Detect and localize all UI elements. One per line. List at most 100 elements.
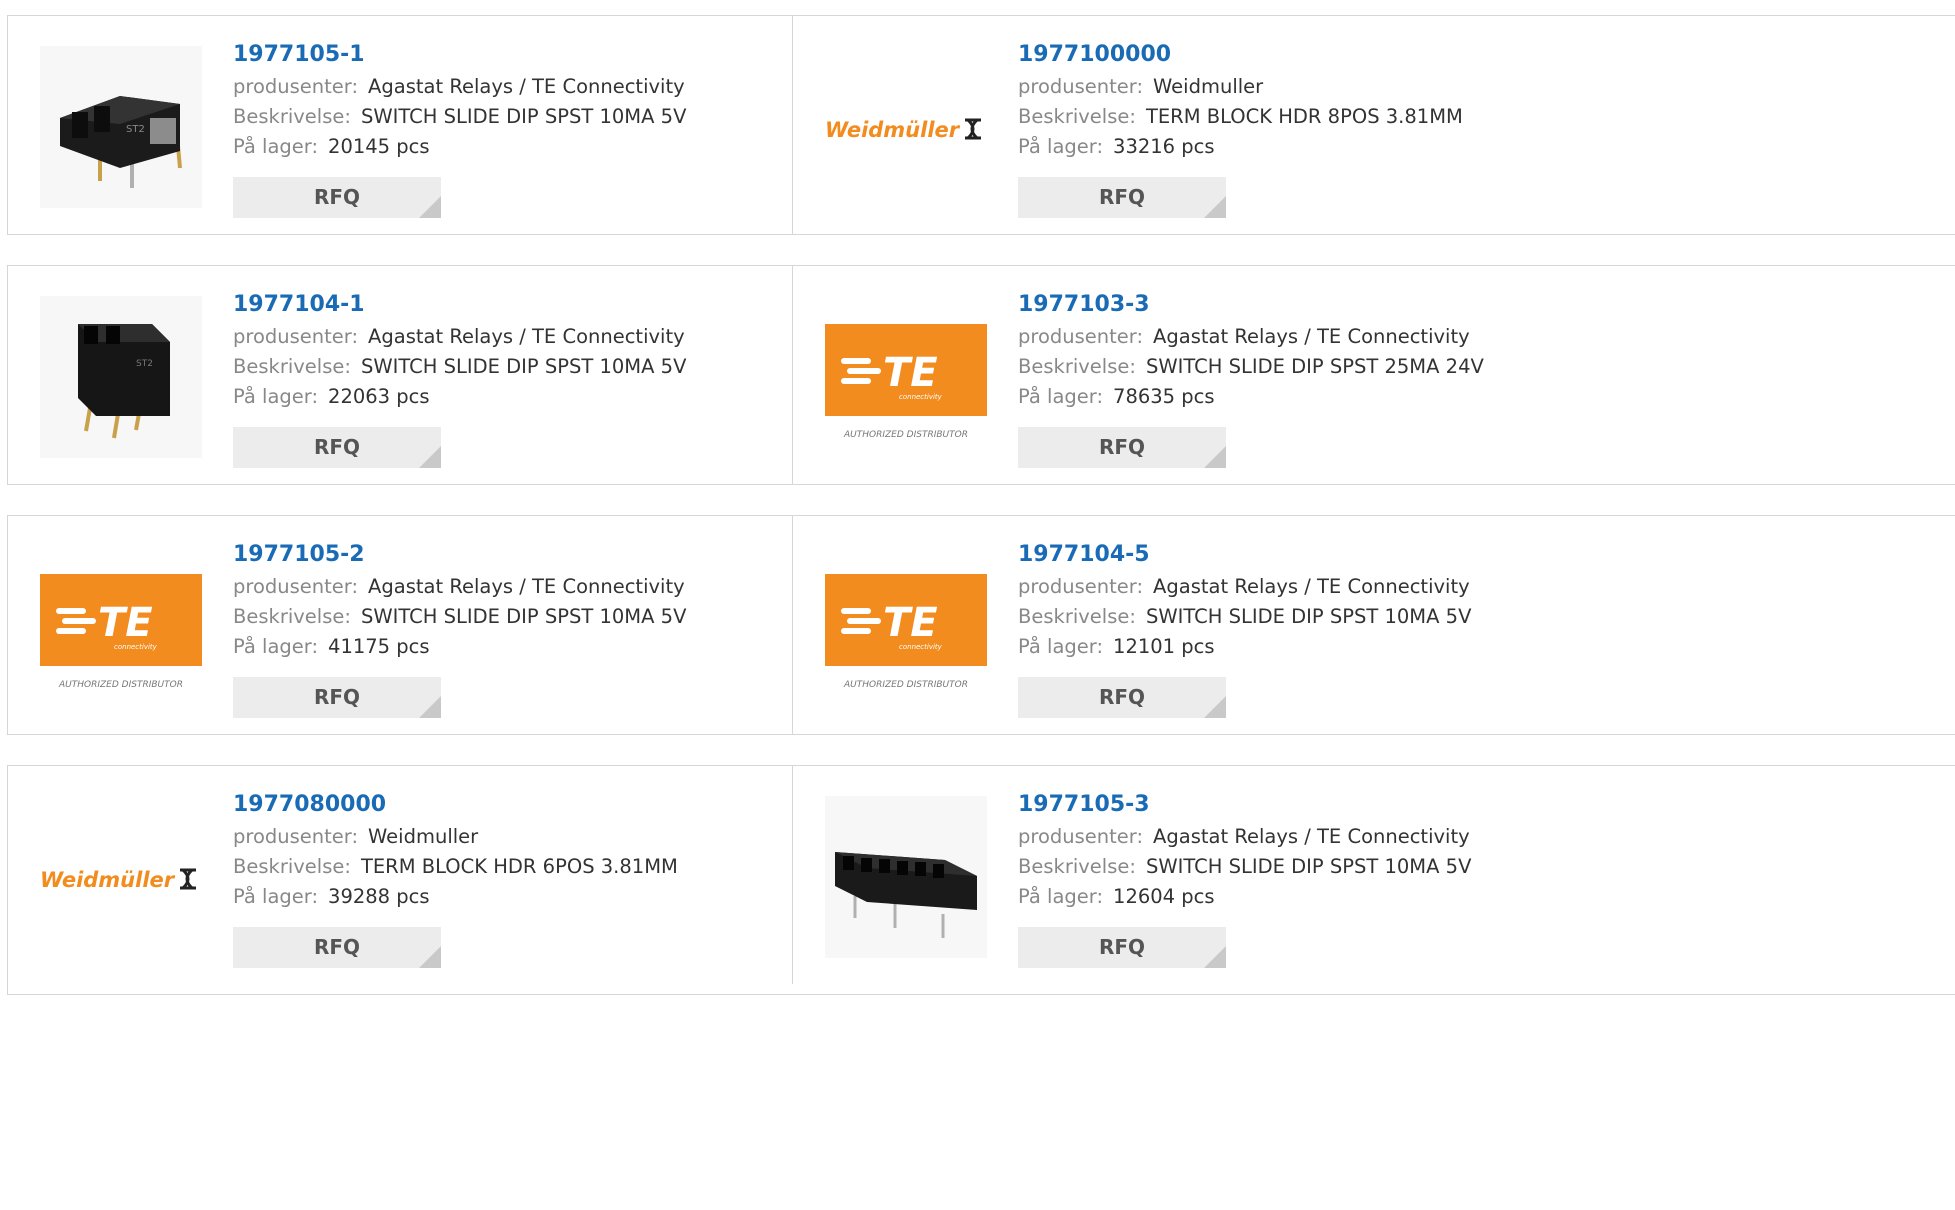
stock-value: 12101 pcs xyxy=(1113,635,1215,658)
part-number-link[interactable]: 1977105-2 xyxy=(233,538,686,572)
corner-triangle-icon xyxy=(419,196,441,218)
manufacturer-line: produsenter: Weidmuller xyxy=(1018,72,1463,102)
product-row: ST2 1977105-1 produsenter: Agastat Relays… xyxy=(7,15,1955,235)
weidmuller-logo[interactable]: Weidmüller xyxy=(825,46,987,208)
manufacturer-label: produsenter: xyxy=(1018,575,1144,598)
product-image-dip-switch[interactable]: ST2 xyxy=(40,296,202,458)
part-number-link[interactable]: 1977105-3 xyxy=(1018,788,1471,822)
corner-triangle-icon xyxy=(1204,446,1226,468)
stock-line: På lager: 12101 pcs xyxy=(1018,632,1471,662)
product-card: TE connectivity AUTHORIZED DISTRIBUTOR 1… xyxy=(8,516,792,734)
rfq-button[interactable]: RFQ xyxy=(1018,927,1226,968)
te-connectivity-logo[interactable]: TE connectivity AUTHORIZED DISTRIBUTOR xyxy=(825,546,987,708)
rfq-button[interactable]: RFQ xyxy=(1018,177,1226,218)
part-number-link[interactable]: 1977105-1 xyxy=(233,38,686,72)
rfq-label: RFQ xyxy=(313,935,361,959)
te-logo-caption: AUTHORIZED DISTRIBUTOR xyxy=(843,430,968,440)
description-value: SWITCH SLIDE DIP SPST 10MA 5V xyxy=(1145,605,1472,628)
manufacturer-value: Agastat Relays / TE Connectivity xyxy=(368,75,685,98)
rfq-button[interactable]: RFQ xyxy=(233,677,441,718)
manufacturer-label: produsenter: xyxy=(233,325,359,348)
description-value: SWITCH SLIDE DIP SPST 10MA 5V xyxy=(360,355,687,378)
te-logo-caption: AUTHORIZED DISTRIBUTOR xyxy=(58,680,183,690)
rfq-button[interactable]: RFQ xyxy=(233,927,441,968)
stock-value: 78635 pcs xyxy=(1113,385,1215,408)
description-label: Beskrivelse: xyxy=(233,605,351,628)
te-connectivity-logo[interactable]: TE connectivity AUTHORIZED DISTRIBUTOR xyxy=(825,296,987,458)
stock-line: På lager: 78635 pcs xyxy=(1018,382,1484,412)
description-value: TERM BLOCK HDR 6POS 3.81MM xyxy=(360,855,678,878)
product-info: 1977104-1 produsenter: Agastat Relays / T… xyxy=(233,288,686,412)
manufacturer-label: produsenter: xyxy=(233,575,359,598)
product-info: 1977104-5 produsenter: Agastat Relays / T… xyxy=(1018,538,1471,662)
part-number-link[interactable]: 1977104-5 xyxy=(1018,538,1471,572)
te-logo-caption: AUTHORIZED DISTRIBUTOR xyxy=(843,680,968,690)
part-number-link[interactable]: 1977080000 xyxy=(233,788,678,822)
stock-line: På lager: 20145 pcs xyxy=(233,132,686,162)
te-connectivity-logo[interactable]: TE connectivity AUTHORIZED DISTRIBUTOR xyxy=(40,546,202,708)
product-info: 1977105-1 produsenter: Agastat Relays / T… xyxy=(233,38,686,162)
stock-value: 39288 pcs xyxy=(328,885,430,908)
description-line: Beskrivelse: TERM BLOCK HDR 6POS 3.81MM xyxy=(233,852,678,882)
weidmuller-logo-text: Weidmüller xyxy=(825,118,961,142)
description-value: SWITCH SLIDE DIP SPST 10MA 5V xyxy=(1145,855,1472,878)
manufacturer-line: produsenter: Agastat Relays / TE Connecti… xyxy=(233,322,686,352)
product-info: 1977103-3 produsenter: Agastat Relays / T… xyxy=(1018,288,1484,412)
description-label: Beskrivelse: xyxy=(1018,355,1136,378)
part-number-link[interactable]: 1977100000 xyxy=(1018,38,1463,72)
product-info: 1977105-2 produsenter: Agastat Relays / T… xyxy=(233,538,686,662)
product-info: 1977105-3 produsenter: Agastat Relays / T… xyxy=(1018,788,1471,912)
stock-value: 12604 pcs xyxy=(1113,885,1215,908)
product-card: Weidmüller 1977100000 produsenter: Weidmu… xyxy=(792,16,1955,234)
description-label: Beskrivelse: xyxy=(1018,605,1136,628)
description-value: TERM BLOCK HDR 8POS 3.81MM xyxy=(1145,105,1463,128)
part-number-link[interactable]: 1977104-1 xyxy=(233,288,686,322)
stock-value: 33216 pcs xyxy=(1113,135,1215,158)
manufacturer-line: produsenter: Agastat Relays / TE Connecti… xyxy=(1018,572,1471,602)
description-value: SWITCH SLIDE DIP SPST 10MA 5V xyxy=(360,105,687,128)
stock-label: På lager: xyxy=(1018,885,1104,908)
description-line: Beskrivelse: SWITCH SLIDE DIP SPST 25MA 2… xyxy=(1018,352,1484,382)
svg-text:ST2: ST2 xyxy=(136,359,153,369)
rfq-button[interactable]: RFQ xyxy=(1018,427,1226,468)
product-card: TE connectivity AUTHORIZED DISTRIBUTOR 1… xyxy=(792,516,1955,734)
product-image-dip-switch[interactable]: ST2 xyxy=(40,46,202,208)
manufacturer-value: Agastat Relays / TE Connectivity xyxy=(368,575,685,598)
description-label: Beskrivelse: xyxy=(1018,855,1136,878)
description-label: Beskrivelse: xyxy=(1018,105,1136,128)
product-card: ST2 1977104-1 produsenter: Agastat Relays… xyxy=(8,266,792,484)
product-card: TE connectivity AUTHORIZED DISTRIBUTOR 1… xyxy=(792,266,1955,484)
rfq-label: RFQ xyxy=(1098,435,1146,459)
manufacturer-value: Agastat Relays / TE Connectivity xyxy=(1153,825,1470,848)
manufacturer-line: produsenter: Agastat Relays / TE Connecti… xyxy=(1018,822,1471,852)
product-image-dip-switch[interactable] xyxy=(825,796,987,958)
manufacturer-line: produsenter: Weidmuller xyxy=(233,822,678,852)
stock-line: På lager: 12604 pcs xyxy=(1018,882,1471,912)
manufacturer-value: Weidmuller xyxy=(1153,75,1264,98)
description-line: Beskrivelse: SWITCH SLIDE DIP SPST 10MA 5… xyxy=(1018,602,1471,632)
stock-label: På lager: xyxy=(233,135,319,158)
rfq-button[interactable]: RFQ xyxy=(1018,677,1226,718)
stock-label: På lager: xyxy=(1018,385,1104,408)
product-row: Weidmüller 1977080000 produsenter: Weidmu… xyxy=(7,765,1955,995)
product-row: TE connectivity AUTHORIZED DISTRIBUTOR 1… xyxy=(7,515,1955,735)
product-card: Weidmüller 1977080000 produsenter: Weidmu… xyxy=(8,766,792,984)
te-logo-text: TE xyxy=(883,350,938,396)
manufacturer-label: produsenter: xyxy=(1018,75,1144,98)
rfq-button[interactable]: RFQ xyxy=(233,177,441,218)
product-info: 1977100000 produsenter: Weidmuller Beskri… xyxy=(1018,38,1463,162)
rfq-label: RFQ xyxy=(1098,685,1146,709)
rfq-button[interactable]: RFQ xyxy=(233,427,441,468)
rfq-label: RFQ xyxy=(313,185,361,209)
stock-value: 41175 pcs xyxy=(328,635,430,658)
rfq-label: RFQ xyxy=(313,685,361,709)
product-info: 1977080000 produsenter: Weidmuller Beskri… xyxy=(233,788,678,912)
part-number-link[interactable]: 1977103-3 xyxy=(1018,288,1484,322)
te-logo-sub: connectivity xyxy=(114,643,158,651)
stock-label: På lager: xyxy=(1018,135,1104,158)
corner-triangle-icon xyxy=(419,446,441,468)
corner-triangle-icon xyxy=(1204,946,1226,968)
weidmuller-logo[interactable]: Weidmüller xyxy=(40,796,202,958)
corner-triangle-icon xyxy=(419,696,441,718)
stock-line: På lager: 22063 pcs xyxy=(233,382,686,412)
